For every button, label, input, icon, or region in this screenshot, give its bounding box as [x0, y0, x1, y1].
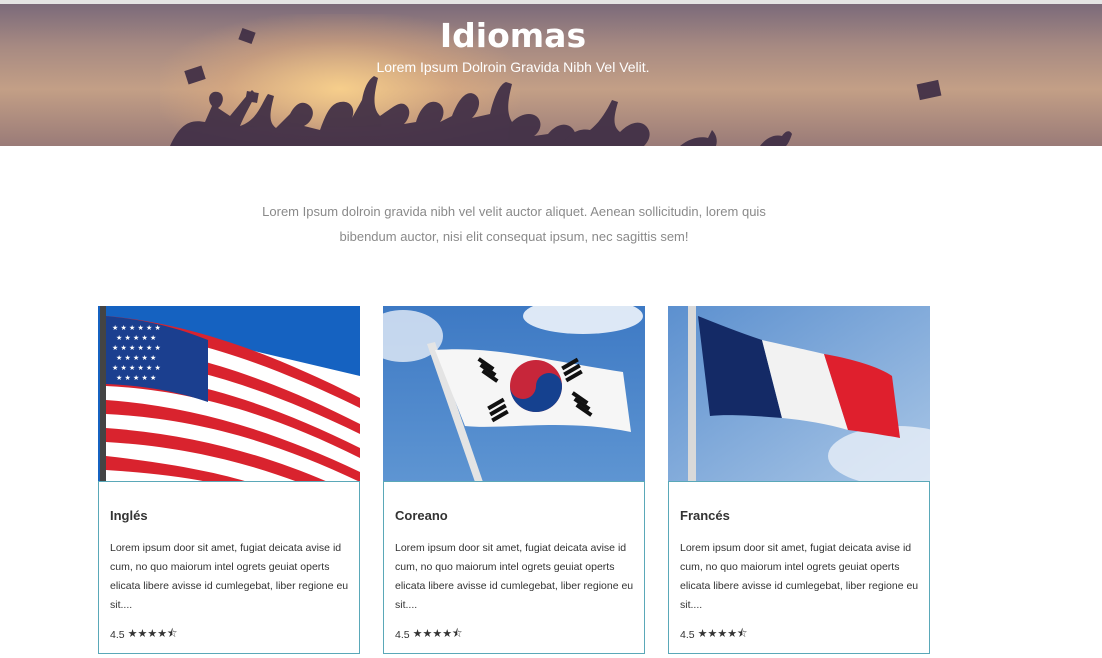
intro-text: Lorem Ipsum dolroin gravida nibh vel vel…	[262, 204, 766, 244]
usa-flag-image: ★ ★ ★ ★ ★ ★ ★ ★ ★ ★ ★ ★ ★ ★ ★ ★ ★ ★ ★ ★ …	[98, 306, 360, 482]
svg-text:★ ★ ★ ★ ★: ★ ★ ★ ★ ★	[116, 374, 156, 382]
course-title[interactable]: Francés	[680, 508, 730, 523]
star-rating-icon: ★★★★⯪	[127, 628, 178, 640]
course-card-frances[interactable]: Francés Lorem ipsum door sit amet, fugia…	[668, 306, 930, 654]
svg-text:★ ★ ★ ★ ★: ★ ★ ★ ★ ★	[116, 334, 156, 342]
card-body: Francés Lorem ipsum door sit amet, fugia…	[668, 481, 930, 654]
course-description: Lorem ipsum door sit amet, fugiat deicat…	[395, 542, 634, 611]
course-description: Lorem ipsum door sit amet, fugiat deicat…	[110, 542, 349, 611]
star-rating-icon: ★★★★⯪	[412, 628, 463, 640]
rating-value: 4.5	[395, 628, 410, 641]
svg-text:★ ★ ★ ★ ★ ★: ★ ★ ★ ★ ★ ★	[112, 324, 161, 332]
course-card-coreano[interactable]: Coreano Lorem ipsum door sit amet, fugia…	[383, 306, 645, 654]
svg-text:★ ★ ★ ★ ★ ★: ★ ★ ★ ★ ★ ★	[112, 344, 161, 352]
page-title: Idiomas	[439, 16, 587, 55]
star-rating-icon: ★★★★⯪	[697, 628, 748, 640]
card-body: Coreano Lorem ipsum door sit amet, fugia…	[383, 481, 645, 654]
svg-text:★ ★ ★ ★ ★ ★: ★ ★ ★ ★ ★ ★	[112, 364, 161, 372]
rating-value: 4.5	[680, 628, 695, 641]
course-rating: 4.5 ★★★★⯪	[680, 625, 747, 644]
course-card-ingles[interactable]: ★ ★ ★ ★ ★ ★ ★ ★ ★ ★ ★ ★ ★ ★ ★ ★ ★ ★ ★ ★ …	[98, 306, 360, 654]
course-description: Lorem ipsum door sit amet, fugiat deicat…	[680, 542, 919, 611]
rating-value: 4.5	[110, 628, 125, 641]
course-title[interactable]: Coreano	[395, 508, 448, 523]
course-title[interactable]: Inglés	[110, 508, 148, 523]
svg-text:★ ★ ★ ★ ★: ★ ★ ★ ★ ★	[116, 354, 156, 362]
page-subtitle: Lorem Ipsum Dolroin Gravida Nibh Vel Vel…	[376, 59, 650, 75]
france-flag-image	[668, 306, 930, 482]
hero-banner: Idiomas Lorem Ipsum Dolroin Gravida Nibh…	[0, 4, 1102, 146]
card-body: Inglés Lorem ipsum door sit amet, fugiat…	[98, 481, 360, 654]
course-rating: 4.5 ★★★★⯪	[110, 625, 177, 644]
course-rating: 4.5 ★★★★⯪	[395, 625, 462, 644]
south-korea-flag-image	[383, 306, 645, 482]
